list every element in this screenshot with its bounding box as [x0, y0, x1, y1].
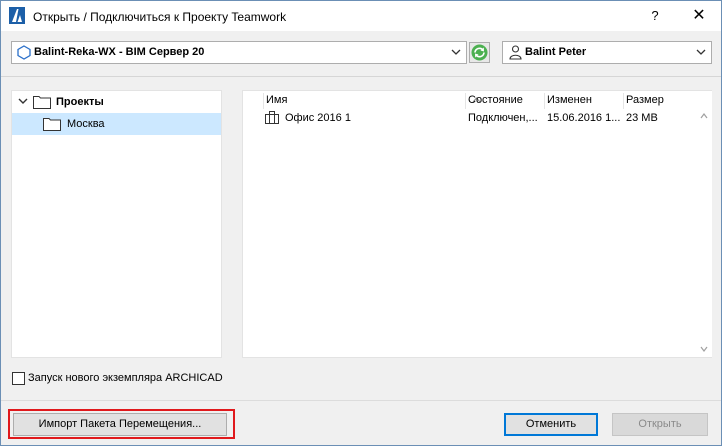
- user-icon: [509, 45, 522, 60]
- column-header-name[interactable]: Имя: [263, 93, 481, 109]
- tree-item-moscow[interactable]: Москва: [12, 113, 221, 135]
- divider: [1, 76, 721, 77]
- close-button[interactable]: ✕: [681, 1, 717, 31]
- scroll-down-icon[interactable]: [700, 346, 708, 352]
- folder-icon: [43, 118, 61, 131]
- chevron-down-icon: [451, 49, 461, 55]
- project-list[interactable]: Имя Состояние Изменен Размер Офис 2016 1…: [242, 90, 712, 358]
- server-select-value: Balint-Reka-WX - BIM Сервер 20: [34, 46, 205, 58]
- tree-item-label: Москва: [67, 118, 105, 130]
- column-header-size[interactable]: Размер: [623, 93, 695, 109]
- teamwork-dialog: Открыть / Подключиться к Проекту Teamwor…: [0, 0, 722, 446]
- tree-item-label: Проекты: [56, 96, 104, 108]
- column-header-status[interactable]: Состояние: [465, 93, 545, 109]
- project-tree[interactable]: Проекты Москва: [11, 90, 222, 358]
- row-size: 23 MB: [626, 112, 658, 124]
- title-bar: Открыть / Подключиться к Проекту Teamwor…: [1, 1, 721, 31]
- new-instance-label: Запуск нового экземпляра ARCHICAD: [28, 372, 223, 384]
- refresh-button[interactable]: [469, 42, 490, 63]
- archicad-logo-icon: [9, 7, 25, 24]
- folder-icon: [33, 96, 51, 109]
- button-bar: Импорт Пакета Перемещения... Отменить От…: [1, 400, 721, 445]
- user-select-value: Balint Peter: [525, 46, 587, 58]
- cancel-button[interactable]: Отменить: [504, 413, 598, 436]
- vertical-scrollbar[interactable]: [696, 91, 712, 357]
- teamwork-project-icon: [265, 111, 279, 124]
- window-title: Открыть / Подключиться к Проекту Teamwor…: [33, 10, 287, 24]
- chevron-down-icon[interactable]: [18, 97, 28, 105]
- scroll-up-icon[interactable]: [700, 113, 708, 119]
- import-package-button[interactable]: Импорт Пакета Перемещения...: [13, 413, 227, 436]
- server-select[interactable]: Balint-Reka-WX - BIM Сервер 20: [11, 41, 467, 64]
- row-modified: 15.06.2016 1...: [547, 112, 621, 124]
- bim-server-icon: [17, 45, 31, 60]
- row-name: Офис 2016 1: [285, 112, 351, 124]
- user-select[interactable]: Balint Peter: [502, 41, 712, 64]
- help-button[interactable]: ?: [637, 1, 673, 31]
- new-instance-checkbox[interactable]: [12, 372, 25, 385]
- column-header-modified[interactable]: Изменен: [544, 93, 624, 109]
- chevron-down-icon: [696, 49, 706, 55]
- refresh-icon: [471, 44, 488, 61]
- row-status: Подключен,...: [468, 112, 538, 124]
- open-button[interactable]: Открыть: [612, 413, 708, 436]
- tree-item-projects[interactable]: Проекты: [12, 91, 221, 113]
